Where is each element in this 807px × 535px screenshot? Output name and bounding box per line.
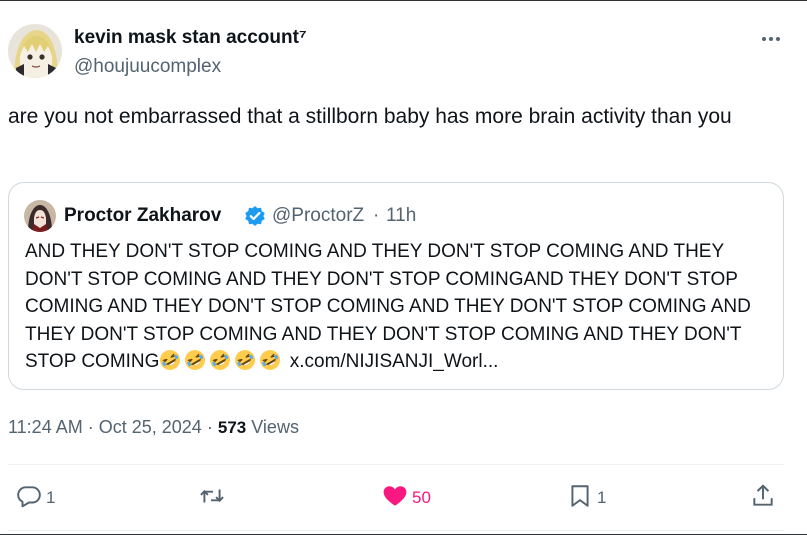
share-button[interactable] xyxy=(750,480,776,516)
bookmark-icon xyxy=(567,483,593,514)
bookmark-count: 1 xyxy=(597,488,607,507)
quote-link[interactable]: x.com/NIJISANJI_Worl... xyxy=(290,351,499,372)
rolling-laughing-emoji-icon xyxy=(184,349,206,371)
rolling-laughing-emoji-icon xyxy=(259,349,281,371)
author-display-name[interactable]: kevin mask stan account⁷ xyxy=(74,27,307,49)
action-bar-bottom-divider xyxy=(8,530,784,531)
quote-handle[interactable]: @ProctorZ xyxy=(272,205,364,227)
action-bar-top-divider xyxy=(8,464,784,465)
more-icon[interactable] xyxy=(759,29,783,49)
reply-count: 1 xyxy=(46,488,56,507)
tweet-time[interactable]: 11:24 AM xyxy=(8,417,83,437)
reply-button[interactable]: 1 xyxy=(16,480,55,516)
verified-badge-icon xyxy=(244,205,266,227)
views-count: 573 xyxy=(217,418,247,437)
quote-author-avatar[interactable] xyxy=(24,200,56,232)
emoji-group xyxy=(159,349,284,372)
tweet-meta: 11:24 AM · Oct 25, 2024 · 573 Views xyxy=(8,417,299,438)
like-button[interactable]: 50 xyxy=(382,480,431,516)
tweet-text: are you not embarrassed that a stillborn… xyxy=(8,105,732,128)
top-border xyxy=(0,0,807,1)
quote-display-name[interactable]: Proctor Zakharov xyxy=(64,205,221,227)
retweet-button[interactable] xyxy=(199,480,229,516)
author-handle[interactable]: @houjuucomplex xyxy=(74,56,221,78)
quote-text: AND THEY DON'T STOP COMING AND THEY DON'… xyxy=(25,238,775,376)
meta-separator: · xyxy=(87,417,94,437)
quote-tweet-card[interactable]: Proctor Zakharov @ProctorZ · 11h AND THE… xyxy=(8,182,784,390)
quote-timestamp[interactable]: 11h xyxy=(386,205,416,227)
reply-icon xyxy=(16,483,42,514)
like-count: 50 xyxy=(412,488,431,507)
retweet-icon xyxy=(199,483,225,514)
quote-separator: · xyxy=(373,205,380,226)
tweet-date[interactable]: Oct 25, 2024 xyxy=(99,417,202,437)
like-heart-icon xyxy=(382,483,408,514)
rolling-laughing-emoji-icon xyxy=(234,349,256,371)
author-avatar[interactable] xyxy=(8,24,62,78)
bookmark-button[interactable]: 1 xyxy=(567,480,606,516)
share-icon xyxy=(750,483,776,514)
views-label: Views xyxy=(251,417,299,437)
meta-separator: · xyxy=(206,417,213,437)
rolling-laughing-emoji-icon xyxy=(159,349,181,371)
rolling-laughing-emoji-icon xyxy=(209,349,231,371)
